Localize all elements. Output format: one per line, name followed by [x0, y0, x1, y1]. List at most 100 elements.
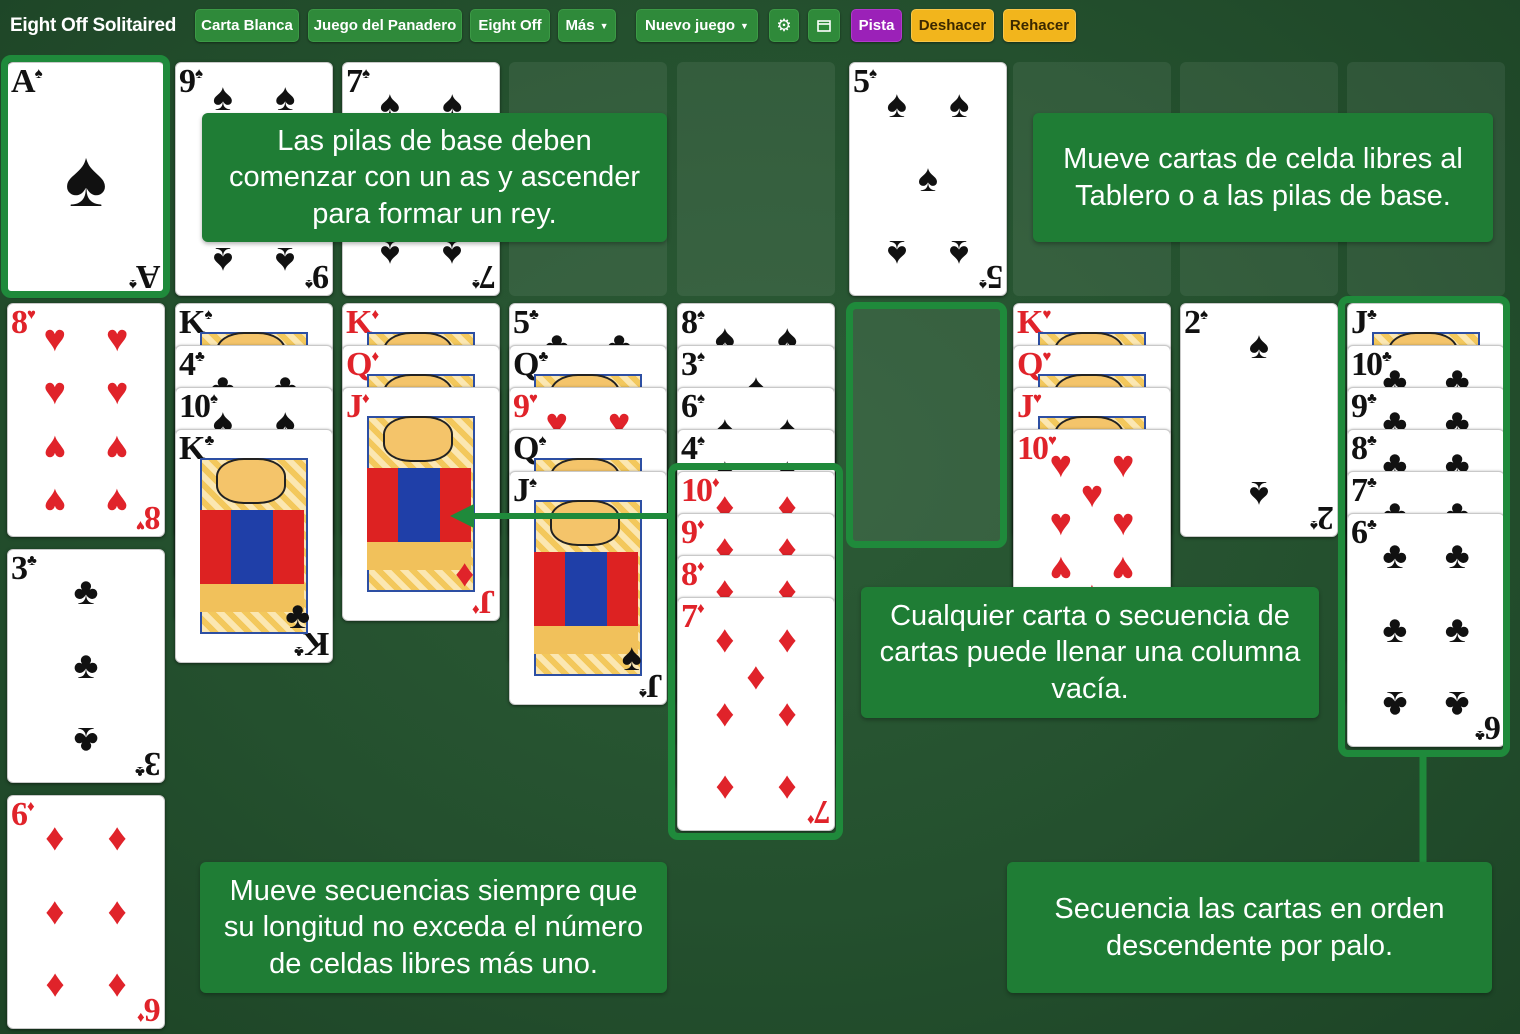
card-5-of-spades[interactable]: 5♠ 5♠ ♠ ♠ ♠ ♠ ♠ — [849, 62, 1007, 296]
suit-clubs-icon: ♣ — [137, 763, 145, 779]
window-icon — [817, 19, 831, 32]
rank-text: 8 — [11, 304, 28, 341]
carta-blanca-button[interactable]: Carta Blanca — [195, 9, 299, 42]
rank-text: 9 — [179, 63, 196, 100]
suit-spades-icon: ♠ — [1248, 324, 1270, 367]
suit-spades-icon: ♠ — [886, 83, 907, 126]
foundation-highlight — [1, 55, 170, 298]
pista-button[interactable]: Pista — [851, 9, 902, 42]
suit-spades-icon: ♠ — [697, 433, 705, 449]
suit-diamonds-icon: ♦ — [474, 601, 480, 617]
suit-hearts-icon: ♥ — [1080, 473, 1104, 516]
card-rank-label-rotated: 7♠ — [474, 258, 496, 295]
rank-text: 2 — [1319, 499, 1334, 536]
suit-diamonds-icon: ♦ — [371, 307, 379, 323]
deshacer-button[interactable]: Deshacer — [911, 9, 994, 42]
rank-text: J — [648, 667, 663, 704]
top-toolbar: Eight Off Solitaired Carta Blanca Juego … — [0, 0, 1520, 52]
descending-sequence-highlight — [1338, 296, 1510, 757]
rank-text: 8 — [146, 499, 161, 536]
suit-spades-icon: ♠ — [1248, 473, 1270, 516]
rank-text: J — [346, 388, 363, 425]
rank-text: 5 — [853, 63, 870, 100]
card-rank-label: 9♠ — [179, 63, 203, 100]
suit-spades-icon: ♠ — [697, 391, 705, 407]
suit-clubs-icon: ♣ — [73, 570, 99, 613]
card-2-of-spades[interactable]: 2♠ 2♠ ♠ ♠ — [1180, 303, 1338, 537]
rank-text: 9 — [314, 258, 329, 295]
suit-hearts-icon: ♥ — [1049, 501, 1073, 544]
suit-hearts-icon: ♥ — [138, 517, 145, 533]
card-8-of-hearts[interactable]: 8♥ 8♥ ♥ ♥ ♥ ♥ ♥ ♥ ♥ ♥ — [7, 303, 165, 537]
card-jack-of-diamonds[interactable]: J♦ J♦ ♦ — [342, 387, 500, 621]
rank-text: 10 — [179, 388, 211, 425]
card-rank-label: 3♠ — [681, 346, 705, 383]
suit-hearts-icon: ♥ — [105, 480, 129, 523]
suit-spades-icon: ♠ — [917, 158, 939, 200]
tip-empty-column: Cualquier carta o secuencia de cartas pu… — [861, 587, 1319, 718]
suit-spades-icon: ♠ — [1200, 307, 1208, 323]
rank-text: 3 — [146, 745, 161, 782]
rank-text: J — [1017, 388, 1034, 425]
rehacer-button[interactable]: Rehacer — [1003, 9, 1076, 42]
suit-hearts-icon: ♥ — [43, 317, 67, 360]
suit-hearts-icon: ♥ — [1111, 501, 1135, 544]
rank-text: 4 — [179, 346, 196, 383]
suit-diamonds-icon: ♦ — [362, 391, 370, 407]
card-jack-of-spades[interactable]: J♠ J♠ ♠ — [509, 471, 667, 705]
card-3-of-clubs[interactable]: 3♣ 3♣ ♣ ♣ ♣ — [7, 549, 165, 783]
card-king-of-clubs[interactable]: K♣ K♣ ♣ — [175, 429, 333, 663]
suit-clubs-icon: ♣ — [27, 553, 37, 569]
card-rank-label: 6♦ — [11, 798, 35, 832]
gear-icon: ⚙ — [776, 15, 792, 35]
card-rank-label: J♥ — [1017, 388, 1042, 425]
rank-text: J — [513, 472, 530, 509]
suit-spades-icon: ♠ — [949, 83, 970, 126]
suit-diamonds-icon: ♦ — [45, 891, 65, 933]
rank-text: 3 — [11, 550, 28, 587]
suit-diamonds-icon: ♦ — [371, 349, 379, 365]
card-6-of-diamonds[interactable]: 6♦ 6♦ ♦ ♦ ♦ ♦ ♦ ♦ — [7, 795, 165, 1029]
suit-spades-icon: ♠ — [949, 232, 970, 275]
suit-clubs-icon: ♣ — [295, 643, 304, 659]
suit-spades-icon: ♠ — [869, 66, 877, 82]
foundation-slot[interactable] — [677, 62, 835, 296]
nuevo-juego-dropdown-button[interactable]: Nuevo juego ▼ — [636, 9, 758, 42]
rank-text: 4 — [681, 430, 698, 467]
tip-foundation: Las pilas de base deben comenzar con un … — [202, 113, 667, 242]
suit-diamonds-icon: ♦ — [454, 552, 475, 595]
card-rank-label: J♦ — [346, 388, 370, 425]
suit-clubs-icon: ♣ — [73, 645, 99, 687]
suit-spades-icon: ♠ — [886, 232, 907, 275]
suit-hearts-icon: ♥ — [105, 317, 129, 360]
face-card-art — [534, 552, 638, 626]
rank-text: 7 — [481, 258, 496, 295]
layout-button[interactable] — [808, 9, 840, 42]
rank-text: 7 — [346, 63, 363, 100]
suit-spades-icon: ♠ — [621, 636, 642, 679]
suit-spades-icon: ♠ — [275, 76, 296, 119]
chevron-down-icon: ▼ — [599, 20, 609, 31]
rank-text: 8 — [681, 304, 698, 341]
suit-clubs-icon: ♣ — [195, 349, 205, 365]
empty-column-highlight — [846, 302, 1007, 548]
card-rank-label: 8♠ — [681, 304, 705, 341]
suit-hearts-icon: ♥ — [43, 480, 67, 523]
mas-dropdown-button[interactable]: Más ▼ — [558, 9, 616, 42]
tip-freecell: Mueve cartas de celda libres al Tablero … — [1033, 113, 1493, 242]
suit-spades-icon: ♠ — [474, 276, 480, 292]
settings-button[interactable]: ⚙ — [769, 9, 799, 42]
rank-text: 3 — [681, 346, 698, 383]
suit-hearts-icon: ♥ — [27, 307, 36, 323]
eight-off-button[interactable]: Eight Off — [470, 9, 550, 42]
card-rank-label-rotated: 9♠ — [307, 258, 329, 295]
card-rank-label: 7♠ — [346, 63, 370, 100]
suit-diamonds-icon: ♦ — [139, 1009, 145, 1025]
suit-hearts-icon: ♥ — [105, 426, 129, 469]
suit-spades-icon: ♠ — [641, 685, 647, 701]
suit-hearts-icon: ♥ — [1111, 548, 1135, 591]
rank-text: 2 — [1184, 304, 1201, 341]
suit-spades-icon: ♠ — [307, 276, 313, 292]
juego-del-panadero-button[interactable]: Juego del Panadero — [308, 9, 462, 42]
suit-clubs-icon: ♣ — [204, 433, 214, 449]
